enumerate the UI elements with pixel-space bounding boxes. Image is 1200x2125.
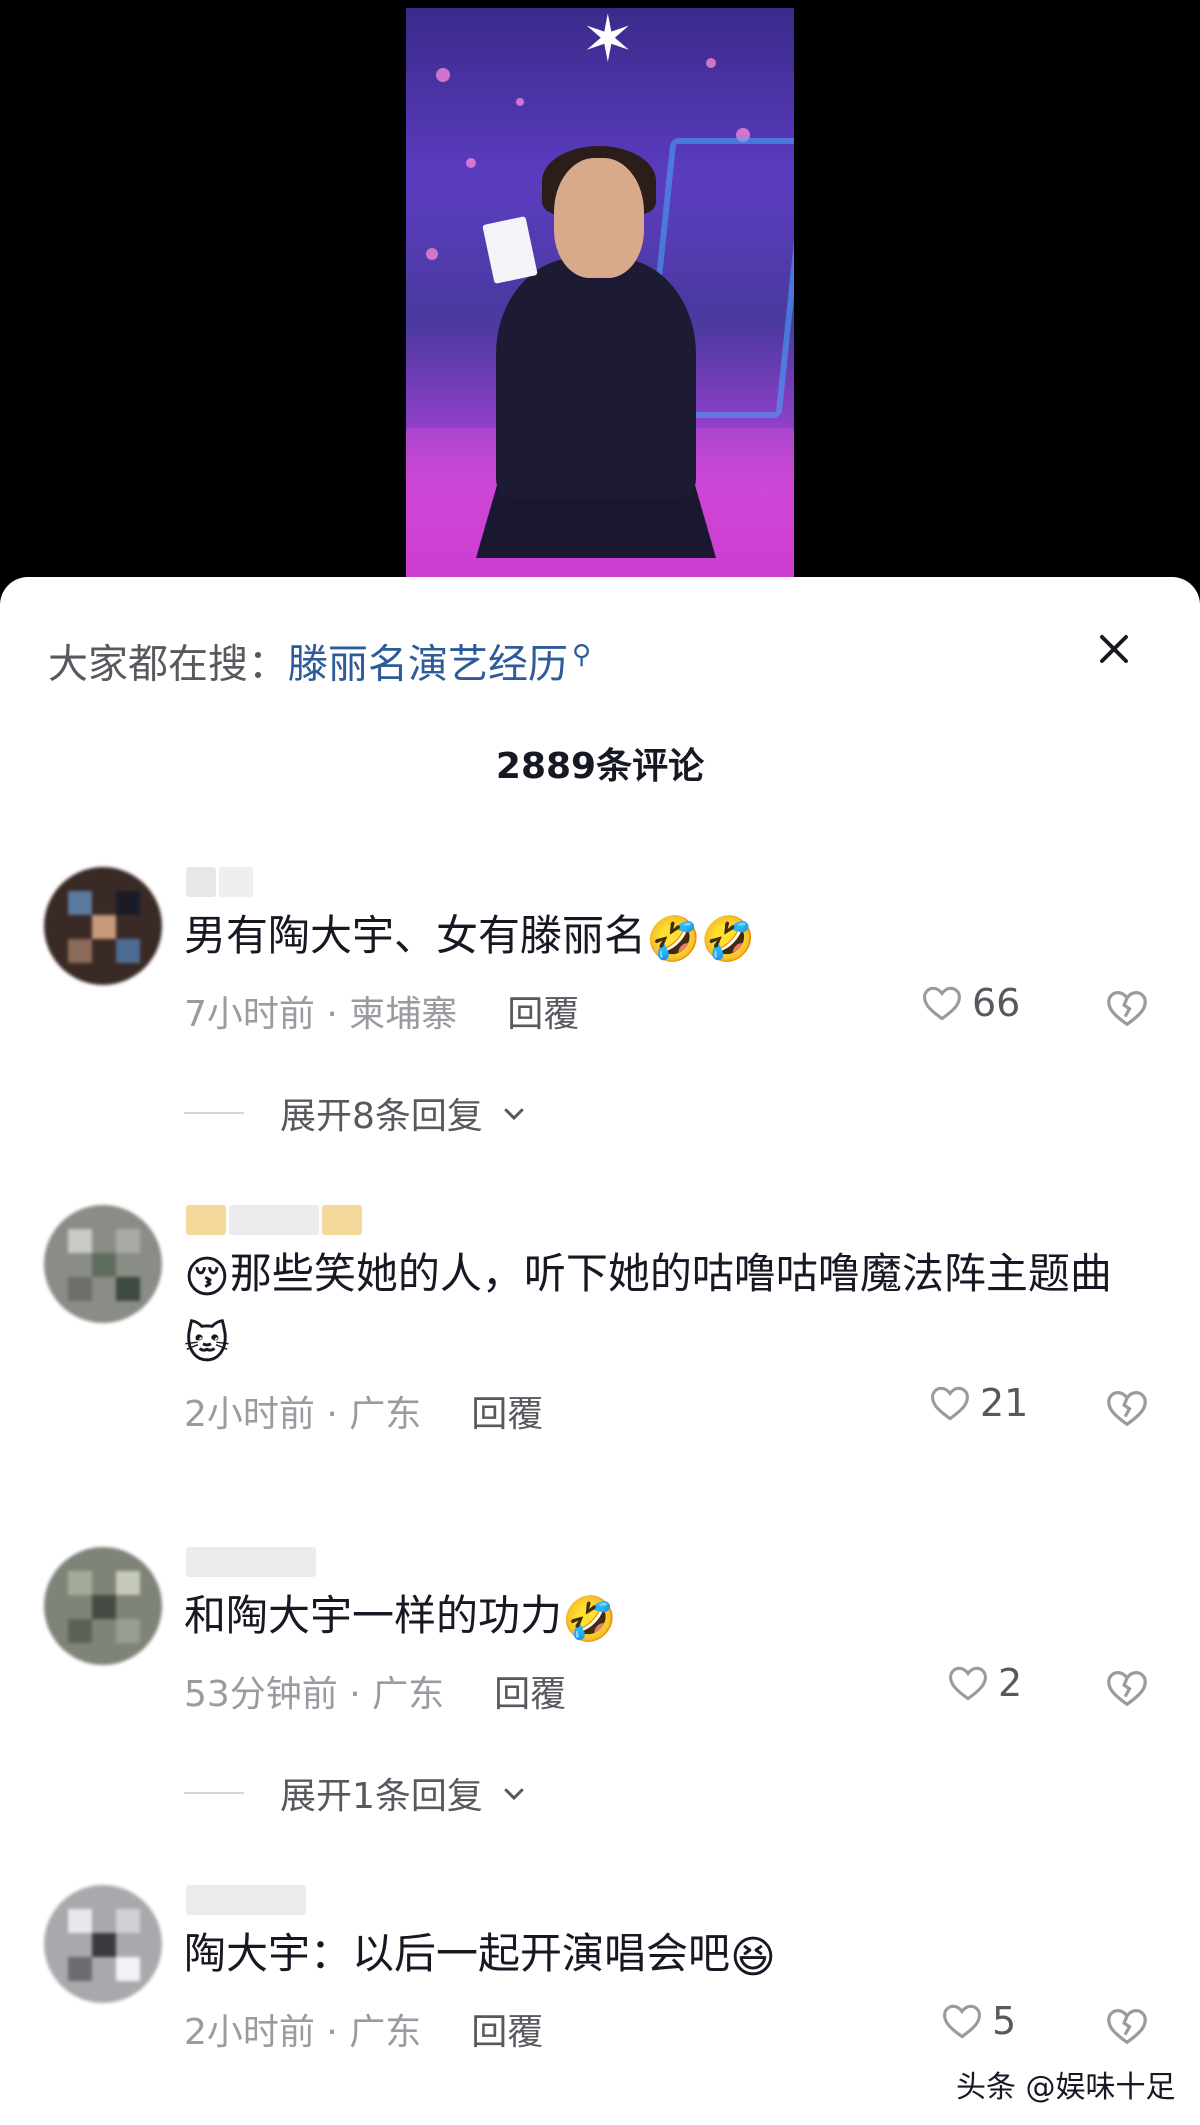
search-suggestion-prefix: 大家都在搜：: [48, 641, 288, 688]
expand-replies-button[interactable]: 展开8条回复: [184, 1087, 529, 1139]
chevron-down-icon: [504, 1788, 524, 1801]
video-player[interactable]: ✶: [406, 8, 794, 578]
username-blurred[interactable]: [186, 867, 256, 901]
laughing-crying-emoji: 🤣: [562, 1594, 617, 1645]
comment-text: 😚那些笑她的人，听下她的咕噜咕噜魔法阵主题曲 🐱: [184, 1241, 1152, 1373]
divider: [184, 1792, 244, 1794]
stage-light: [426, 248, 438, 260]
stage-light: [436, 68, 450, 82]
like-button[interactable]: 2: [946, 1661, 1022, 1705]
close-icon: [1100, 635, 1128, 663]
performer-body: [496, 258, 696, 498]
like-button[interactable]: 66: [920, 981, 1020, 1025]
avatar[interactable]: [44, 867, 162, 985]
comment-text: 陶大宇：以后一起开演唱会吧😆: [184, 1921, 1152, 1987]
comment-time-location: 2小时前 · 广东: [184, 2012, 422, 2053]
reply-button[interactable]: 回覆: [494, 1674, 566, 1715]
stage-light: [706, 58, 716, 68]
like-button[interactable]: 5: [940, 1999, 1016, 2043]
grinning-squint-emoji: 😆: [730, 1932, 776, 1983]
stage-light: [466, 158, 476, 168]
comment-body: 男有陶大宇、女有滕丽名: [184, 911, 647, 960]
close-button[interactable]: [1084, 619, 1144, 679]
comment-body: 陶大宇：以后一起开演唱会吧: [184, 1929, 731, 1978]
username-blurred[interactable]: [186, 1205, 365, 1239]
expand-replies-button[interactable]: 展开1条回复: [184, 1767, 529, 1819]
comment-text: 和陶大宇一样的功力🤣: [184, 1583, 1152, 1649]
comment-body: 那些笑她的人，听下她的咕噜咕噜魔法阵主题曲: [229, 1249, 1112, 1298]
username-blurred[interactable]: [186, 1885, 309, 1919]
cue-card: [482, 216, 538, 284]
chevron-down-icon: [504, 1108, 524, 1121]
comment-time-location: 2小时前 · 广东: [184, 1394, 422, 1435]
broken-heart-icon[interactable]: [1104, 2003, 1150, 2049]
kissing-emoji: 😚: [184, 1252, 230, 1303]
comment-count: 2889条评论: [495, 746, 705, 787]
broken-heart-icon[interactable]: [1104, 1385, 1150, 1431]
reply-button[interactable]: 回覆: [471, 2012, 543, 2053]
comment-meta: 2小时前 · 广东 回覆: [184, 1385, 543, 1437]
comment-meta: 53分钟前 · 广东 回覆: [184, 1665, 566, 1717]
stage-light: [516, 98, 524, 106]
search-icon[interactable]: ⚲: [572, 640, 591, 670]
like-count: 21: [980, 1381, 1029, 1425]
search-suggestion[interactable]: 大家都在搜：滕丽名演艺经历 ⚲: [48, 627, 591, 692]
heart-icon: [949, 1666, 987, 1701]
laughing-crying-emoji: 🤣: [700, 914, 756, 965]
search-suggestion-term[interactable]: 滕丽名演艺经历: [288, 641, 568, 687]
heart-icon: [931, 1386, 969, 1421]
like-count: 2: [998, 1661, 1023, 1705]
comment-meta: 2小时前 · 广东 回覆: [184, 2003, 543, 2055]
heart-icon: [923, 986, 961, 1021]
comment-body: 和陶大宇一样的功力: [184, 1591, 563, 1640]
divider: [184, 1112, 244, 1114]
star-light: ✶: [581, 8, 635, 77]
comment-time-location: 7小时前 · 柬埔寨: [184, 994, 458, 1035]
avatar[interactable]: [44, 1205, 162, 1323]
like-count: 5: [992, 1999, 1017, 2043]
laughing-crying-emoji: 🤣: [646, 914, 701, 965]
comment-meta: 7小时前 · 柬埔寨 回覆: [184, 985, 579, 1037]
like-count: 66: [972, 981, 1021, 1025]
avatar[interactable]: [44, 1547, 162, 1665]
expand-replies-label: 展开1条回复: [280, 1776, 483, 1817]
comment-time-location: 53分钟前 · 广东: [184, 1674, 445, 1715]
expand-replies-label: 展开8条回复: [280, 1096, 483, 1137]
comment-text: 男有陶大宇、女有滕丽名🤣🤣: [184, 903, 1152, 969]
avatar[interactable]: [44, 1885, 162, 2003]
cat-emoji: 🐱: [184, 1318, 230, 1369]
username-blurred[interactable]: [186, 1547, 319, 1581]
broken-heart-icon[interactable]: [1104, 1665, 1150, 1711]
broken-heart-icon[interactable]: [1104, 985, 1150, 1031]
reply-button[interactable]: 回覆: [471, 1394, 543, 1435]
performer-face: [554, 158, 644, 278]
reply-button[interactable]: 回覆: [507, 994, 579, 1035]
comment-sheet: 大家都在搜：滕丽名演艺经历 ⚲ 2889条评论 男有陶大宇、女有滕丽名🤣🤣 7小时…: [0, 577, 1200, 2125]
heart-icon: [943, 2004, 981, 2039]
watermark: 头条 @娱味十足: [950, 2060, 1182, 2108]
like-button[interactable]: 21: [928, 1381, 1028, 1425]
